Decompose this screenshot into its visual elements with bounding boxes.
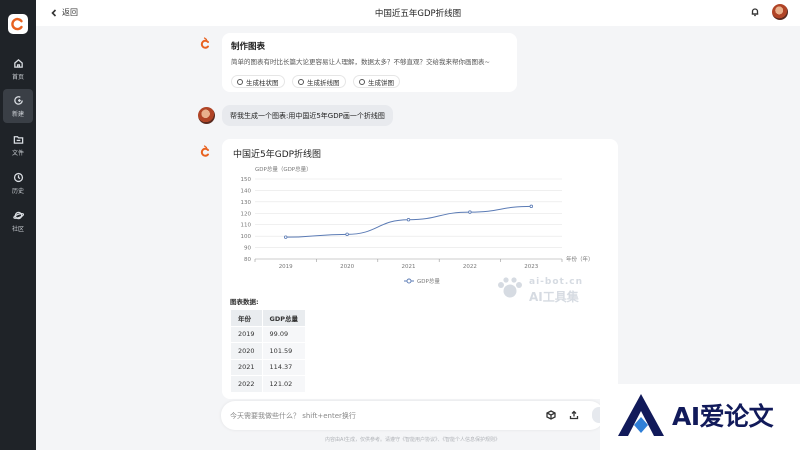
brand-watermark: AI爱论文 (600, 384, 800, 450)
home-icon (13, 58, 23, 68)
sidebar-item-label: 历史 (11, 187, 24, 195)
bell-icon (751, 8, 759, 17)
table-cell: 2020 (230, 342, 263, 360)
sidebar-item-files[interactable]: 文件 (0, 128, 36, 162)
chat-input[interactable]: 今天需要我做些什么？ shift+enter换行 (230, 411, 356, 421)
line-chart: GDP总量（GDP总量） 80 90 100 110 120 130 140 150 2019 20… (241, 165, 594, 285)
table-header-row: 年份 GDP总量 (230, 309, 307, 327)
table-row: 2020 101.59 (230, 342, 307, 360)
sidebar-item-new[interactable]: 新建 (3, 89, 33, 123)
table-row: 2022 121.02 (230, 375, 307, 393)
sidebar-item-label: 文件 (11, 149, 24, 157)
y-tick-label: 150 (241, 177, 252, 183)
x-tick-label: 2019 (279, 264, 293, 270)
data-point (468, 210, 472, 214)
option-pie-chart[interactable]: 生成饼图 (353, 75, 400, 88)
sidebar-item-label: 首页 (11, 73, 24, 81)
brand-c-icon (11, 17, 23, 31)
intro-card: 制作图表 简单的图表有时比长篇大论更容易让人理解，数据太多？不够直观？交给我来帮… (222, 33, 517, 92)
y-tick-label: 110 (241, 223, 252, 229)
paw-logo-icon (498, 277, 522, 298)
chat-input-bar[interactable]: 今天需要我做些什么？ shift+enter换行 (221, 401, 606, 430)
table-cell: 101.59 (261, 342, 307, 360)
result-card: 中国近5年GDP折线图 GDP总量（GDP总量） 80 90 100 110 120 130… (222, 139, 618, 399)
brand-text: AI爱论文 (672, 402, 774, 431)
intro-title: 制作图表 (231, 42, 266, 52)
radio-icon (359, 78, 365, 85)
new-chat-icon (13, 95, 23, 105)
sidebar: 首页 新建 文件 历史 社区 (0, 0, 36, 450)
option-label: 生成饼图 (368, 78, 394, 87)
watermark-domain: ai-bot.cn (529, 277, 583, 287)
brand-logo-icon (618, 394, 664, 437)
y-tick-label: 120 (241, 211, 252, 217)
table-header: 年份 (230, 309, 263, 327)
y-tick-label: 90 (244, 246, 251, 252)
option-bar-chart[interactable]: 生成柱状图 (231, 75, 285, 88)
app-logo[interactable] (8, 14, 28, 34)
option-label: 生成折线图 (307, 78, 340, 87)
table-cell: 99.09 (261, 325, 307, 343)
top-bar: 返回 中国近五年GDP折线图 (36, 0, 800, 26)
y-axis-label: GDP总量（GDP总量） (255, 165, 312, 173)
option-line-chart[interactable]: 生成折线图 (292, 75, 346, 88)
table-cell: 2019 (230, 325, 263, 343)
cube-icon (546, 410, 556, 420)
bot-logo-icon (200, 145, 209, 157)
data-point (406, 218, 411, 222)
y-tick-label: 80 (244, 257, 251, 263)
data-point (345, 232, 349, 237)
legend-marker (406, 278, 412, 284)
watermark-name: AI工具集 (529, 290, 579, 304)
intro-text: 简单的图表有时比长篇大论更容易让人理解，数据太多？不够直观？交给我来帮你画图表~ (231, 58, 490, 66)
table-cell: 121.02 (261, 375, 307, 393)
table-row: 2019 99.09 (230, 325, 307, 343)
x-axis-label: 年份（年） (566, 255, 594, 263)
x-tick-label: 2022 (463, 264, 477, 270)
user-message-avatar (198, 107, 215, 124)
data-point (529, 204, 533, 209)
y-tick-label: 140 (241, 188, 252, 194)
planet-icon (12, 211, 24, 219)
series-line (285, 205, 532, 238)
site-watermark: ai-bot.cn AI工具集 (495, 276, 615, 304)
data-point (284, 235, 288, 239)
sidebar-item-label: 新建 (11, 110, 24, 118)
upload-button[interactable] (569, 410, 579, 420)
data-table: 年份 GDP总量 2019 99.09 2020 101.59 2021 114… (230, 309, 307, 393)
y-tick-label: 130 (241, 200, 252, 206)
model-button[interactable] (546, 410, 556, 420)
user-avatar[interactable] (772, 4, 788, 20)
sidebar-item-home[interactable]: 首页 (0, 52, 36, 86)
legend-label: GDP总量 (417, 277, 440, 285)
table-cell: 2022 (230, 375, 263, 393)
x-tick-label: 2023 (524, 264, 538, 270)
y-tick-label: 100 (241, 234, 252, 240)
page-title: 中国近五年GDP折线图 (374, 9, 462, 19)
table-cell: 114.37 (261, 358, 307, 376)
folder-icon (13, 135, 23, 144)
upload-icon (569, 410, 579, 420)
sidebar-item-community[interactable]: 社区 (0, 204, 36, 238)
bot-logo-icon (200, 37, 209, 49)
sidebar-item-label: 社区 (11, 225, 24, 233)
option-label: 生成柱状图 (246, 78, 279, 87)
table-title: 图表数据: (230, 298, 259, 306)
x-tick-label: 2021 (402, 264, 416, 270)
sidebar-item-history[interactable]: 历史 (0, 166, 36, 200)
table-cell: 2021 (230, 358, 263, 376)
user-message: 帮我生成一个图表:用中国近5年GDP画一个折线图 (222, 105, 393, 126)
table-row: 2021 114.37 (230, 358, 307, 376)
x-tick-label: 2020 (340, 264, 354, 270)
radio-icon (298, 78, 304, 85)
radio-icon (237, 78, 243, 85)
disclaimer-text: 内容由AI生成，仅供参考。请遵守《智能用户协议》、《智能个人信息保护规则》 (325, 437, 500, 443)
notification-button[interactable] (750, 7, 760, 17)
table-header: GDP总量 (261, 309, 307, 327)
history-icon (13, 172, 23, 182)
